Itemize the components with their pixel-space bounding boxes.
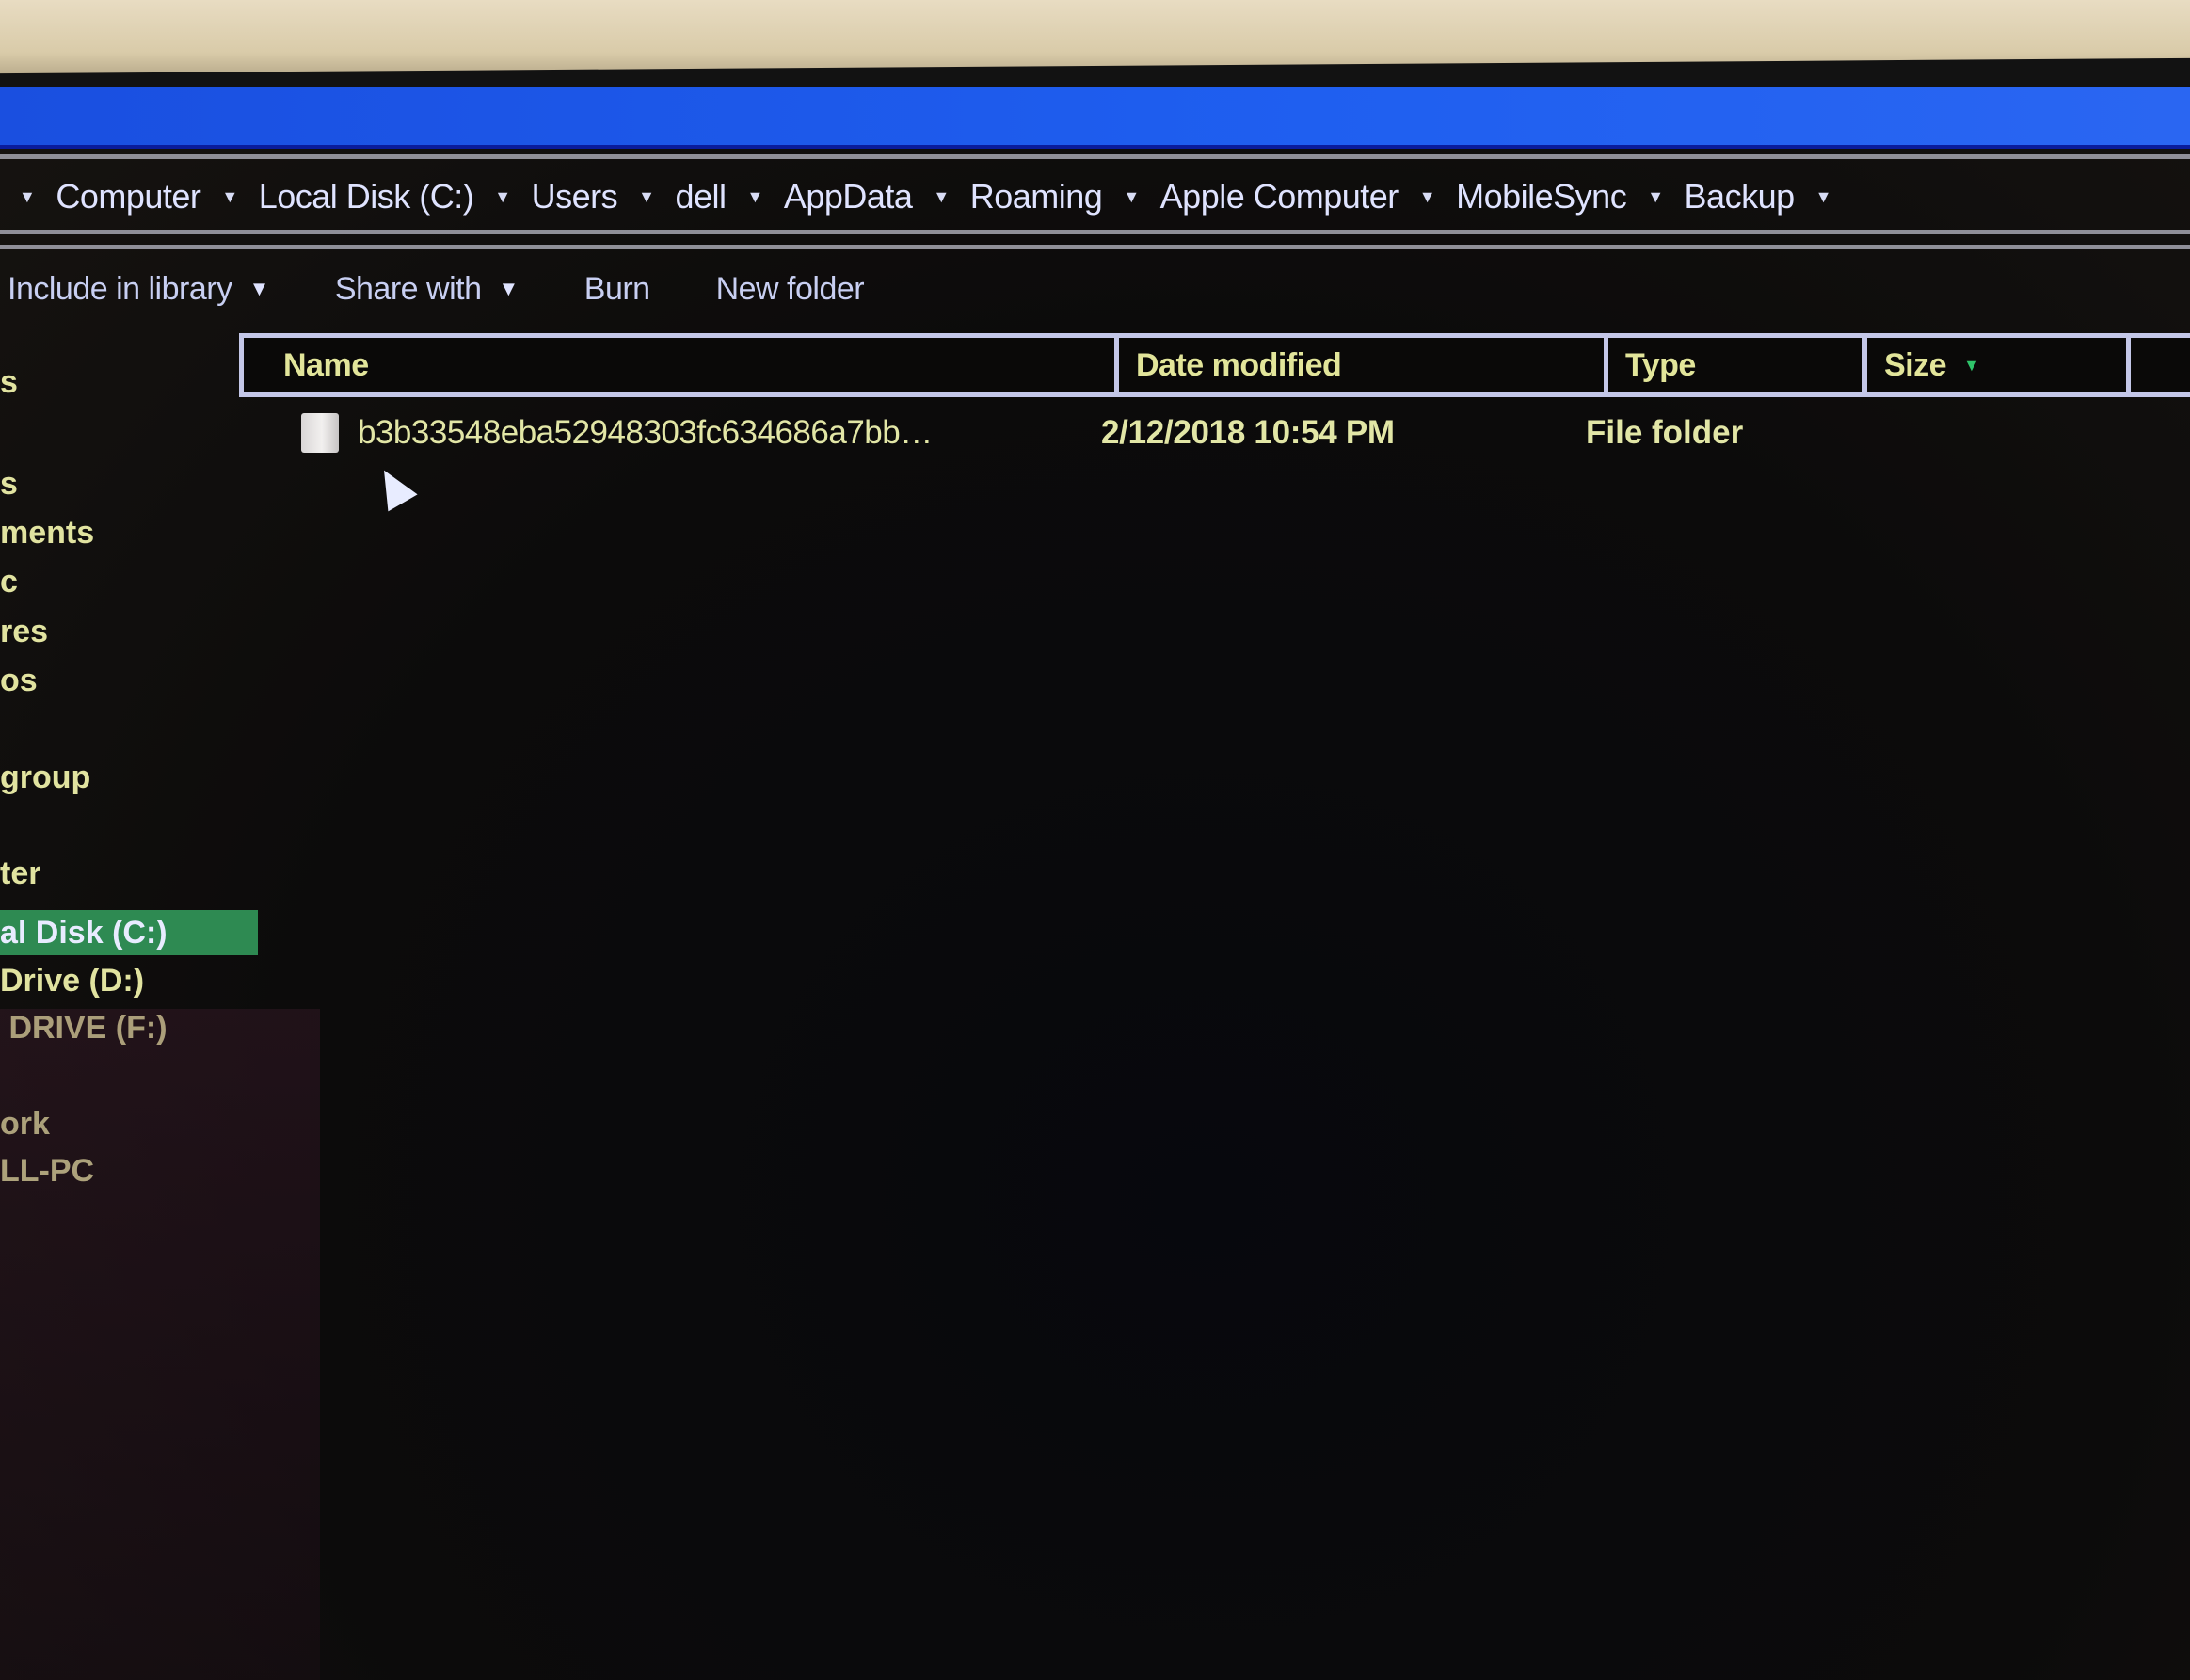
sidebar-item-videos[interactable]: os	[0, 658, 56, 703]
breadcrumb[interactable]: ▼ Computer ▼ Local Disk (C:) ▼ Users ▼ d…	[19, 173, 1831, 220]
chevron-icon[interactable]: ▼	[638, 187, 655, 207]
share-with-button[interactable]: Share with ▼	[335, 271, 519, 308]
chevron-icon[interactable]: ▼	[933, 187, 950, 207]
chevron-icon[interactable]: ▼	[1647, 187, 1664, 207]
new-folder-button[interactable]: New folder	[716, 271, 865, 308]
sidebar-item-label: ork	[0, 1105, 50, 1142]
explorer-window: ▼ Computer ▼ Local Disk (C:) ▼ Users ▼ d…	[0, 87, 2190, 1680]
breadcrumb-backup[interactable]: Backup	[1685, 177, 1796, 216]
title-bar[interactable]	[0, 87, 2190, 149]
sidebar-item-dell-pc[interactable]: LL-PC	[0, 1148, 113, 1193]
chevron-icon[interactable]: ▼	[1419, 187, 1436, 207]
sidebar-item-label: al Disk (C:)	[0, 914, 168, 951]
column-type-label: Type	[1625, 346, 1696, 383]
column-header-type[interactable]: Type	[1608, 338, 1867, 392]
share-with-label: Share with	[334, 270, 482, 307]
sidebar-item-computer[interactable]: ter	[0, 851, 59, 896]
sidebar-item-music[interactable]: c	[0, 559, 37, 604]
sidebar-item-label: res	[0, 613, 49, 649]
breadcrumb-local-disk[interactable]: Local Disk (C:)	[259, 177, 474, 216]
file-row[interactable]: b3b33548eba52948303fc634686a7bb… 2/12/20…	[301, 405, 1868, 461]
burn-button[interactable]: Burn	[584, 271, 650, 308]
dropdown-arrow-icon: ▼	[498, 277, 519, 300]
column-header-extra[interactable]	[2131, 338, 2190, 392]
sidebar-item-pictures[interactable]: res	[0, 609, 67, 654]
chevron-icon[interactable]: ▼	[746, 187, 763, 207]
sort-descending-icon: ▼	[1963, 355, 1980, 375]
column-headers: Name Date modified Type Size ▼	[239, 333, 2190, 397]
burn-label: Burn	[583, 270, 650, 307]
breadcrumb-roaming[interactable]: Roaming	[970, 177, 1103, 216]
column-header-size[interactable]: Size ▼	[1867, 338, 2131, 392]
sidebar-item-homegroup[interactable]: group	[0, 755, 109, 800]
sidebar-item-label: Drive (D:)	[0, 962, 145, 999]
new-folder-label: New folder	[715, 270, 865, 307]
sidebar-item-label: LL-PC	[0, 1152, 95, 1189]
divider	[0, 245, 2190, 249]
breadcrumb-dell[interactable]: dell	[675, 177, 727, 216]
breadcrumb-mobilesync[interactable]: MobileSync	[1456, 177, 1627, 216]
sidebar-item-label: c	[0, 563, 18, 600]
sidebar-item-label: ter	[0, 855, 41, 891]
breadcrumb-apple-computer[interactable]: Apple Computer	[1160, 177, 1399, 216]
chevron-icon[interactable]: ▼	[494, 187, 511, 207]
navigation-pane: s s ments c res os group ter al Disk (C:…	[0, 87, 264, 1680]
file-name: b3b33548eba52948303fc634686a7bb…	[358, 414, 933, 451]
sidebar-item-label: DRIVE (F:)	[0, 1009, 168, 1046]
file-date-modified: 2/12/2018 10:54 PM	[1101, 414, 1395, 451]
breadcrumb-appdata[interactable]: AppData	[784, 177, 913, 216]
sidebar-item-local-disk-c[interactable]: al Disk (C:)	[0, 910, 258, 955]
divider	[0, 154, 2190, 159]
sidebar-item-label: group	[0, 759, 91, 795]
column-name-label: Name	[283, 346, 369, 383]
file-type: File folder	[1586, 414, 1744, 451]
sidebar-item[interactable]: s	[0, 461, 37, 506]
sidebar-item[interactable]: s	[0, 360, 37, 405]
chevron-icon[interactable]: ▼	[1123, 187, 1140, 207]
sidebar-item-drive-f[interactable]: DRIVE (F:)	[0, 1005, 186, 1050]
column-header-date-modified[interactable]: Date modified	[1119, 338, 1608, 392]
breadcrumb-users[interactable]: Users	[532, 177, 618, 216]
sidebar-item-label: ments	[0, 514, 95, 551]
sidebar-item-network[interactable]: ork	[0, 1101, 69, 1146]
sidebar-item-label: s	[0, 363, 18, 400]
column-date-label: Date modified	[1136, 346, 1342, 383]
divider	[0, 230, 2190, 234]
sidebar-item-documents[interactable]: ments	[0, 510, 113, 555]
mouse-cursor-icon	[369, 461, 418, 512]
sidebar-item-drive-d[interactable]: Drive (D:)	[0, 958, 163, 1003]
sidebar-item-label: os	[0, 662, 38, 698]
column-size-label: Size	[1884, 346, 1947, 383]
chevron-icon[interactable]: ▼	[1815, 187, 1832, 207]
column-header-name[interactable]: Name	[244, 338, 1119, 392]
sidebar-item-label: s	[0, 465, 18, 502]
folder-icon	[301, 413, 339, 453]
